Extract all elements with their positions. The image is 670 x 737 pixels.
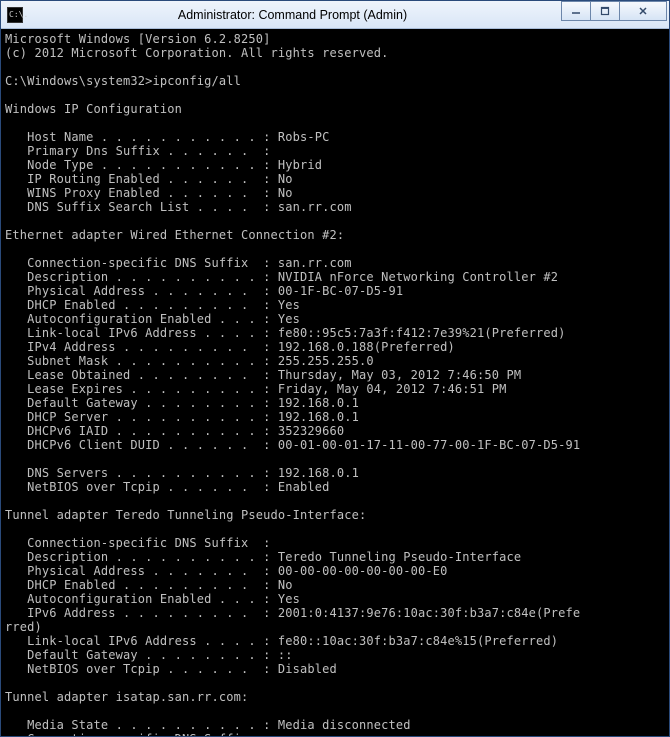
terminal-output[interactable]: Microsoft Windows [Version 6.2.8250] (c)… — [1, 29, 669, 736]
maximize-button[interactable] — [590, 1, 620, 21]
minimize-button[interactable] — [561, 1, 591, 21]
window-controls — [562, 1, 667, 21]
titlebar[interactable]: C:\. Administrator: Command Prompt (Admi… — [1, 1, 669, 29]
window-title: Administrator: Command Prompt (Admin) — [23, 8, 562, 22]
command-prompt-window: C:\. Administrator: Command Prompt (Admi… — [0, 0, 670, 737]
cmd-icon: C:\. — [7, 7, 23, 23]
close-button[interactable] — [619, 1, 667, 21]
